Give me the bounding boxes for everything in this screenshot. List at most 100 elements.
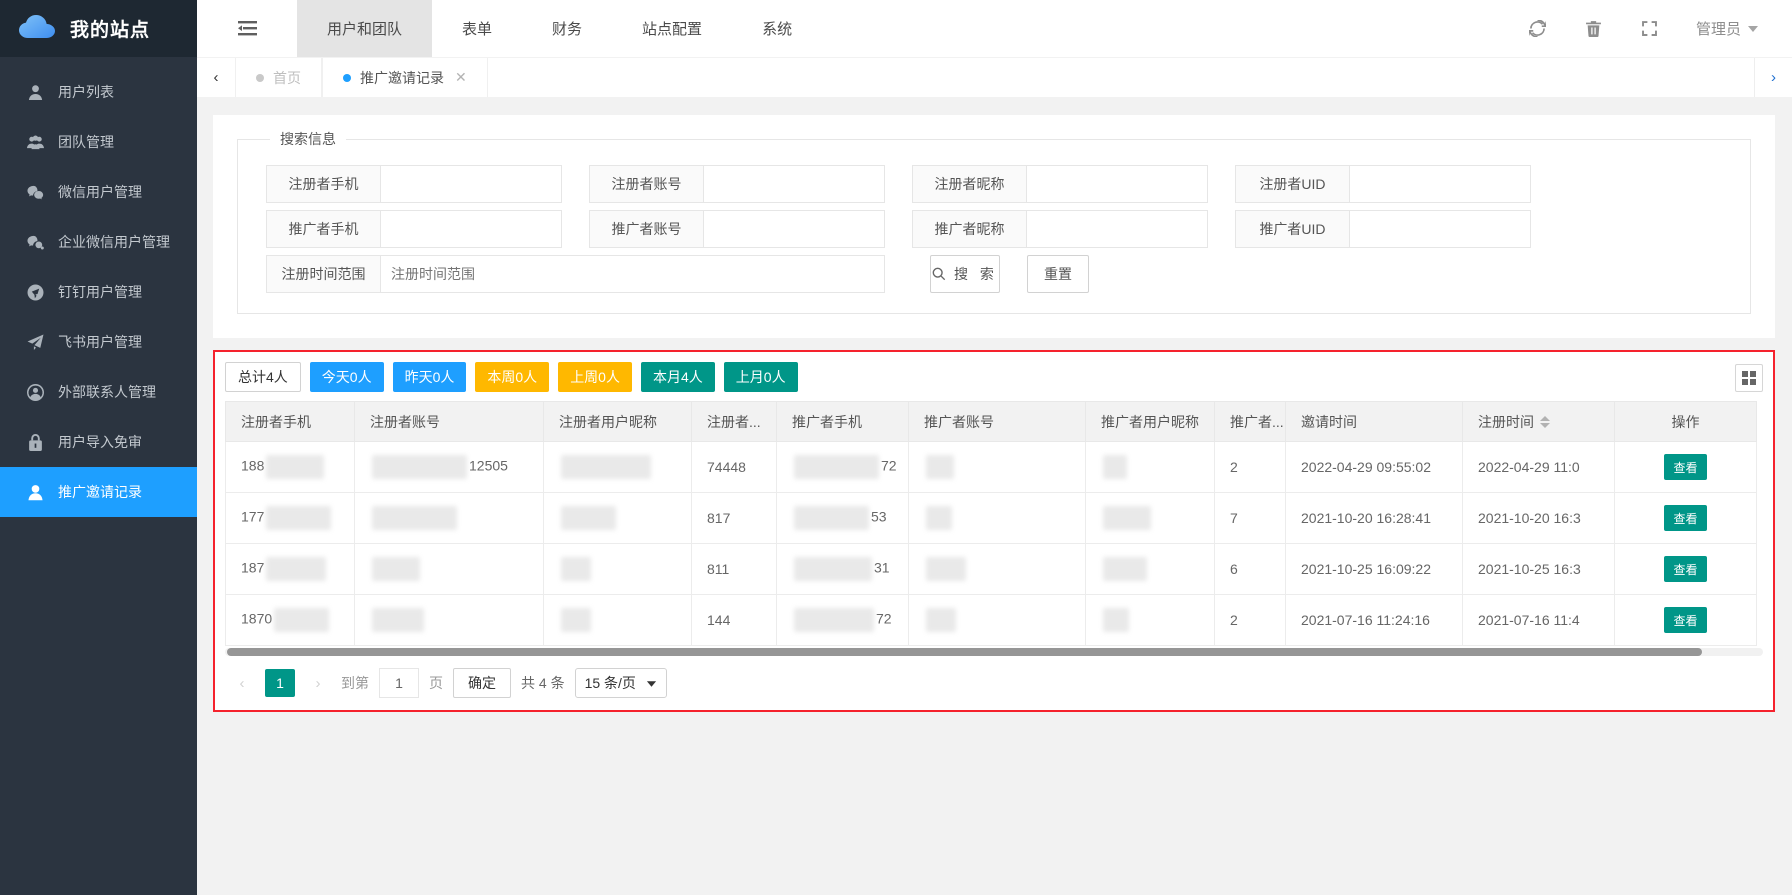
redacted-data <box>372 506 457 530</box>
sort-icon[interactable] <box>1540 416 1550 428</box>
search-button[interactable]: 搜 索 <box>930 255 1000 293</box>
pagination: ‹ 1 › 到第 页 确定 共 4 条 15 条/页 <box>225 668 1763 698</box>
table-cell <box>1086 493 1215 544</box>
table-row: 1878113162021-10-25 16:09:222021-10-25 1… <box>226 544 1757 595</box>
prev-page-icon[interactable]: ‹ <box>229 669 255 697</box>
col-header: 注册者用户昵称 <box>544 402 692 442</box>
sidebar-item-wechat-users[interactable]: 微信用户管理 <box>0 167 197 217</box>
annotation-red-box: 总计4人今天0人昨天0人本周0人上周0人本月4人上月0人 注册者手机注册者账号注… <box>213 350 1775 712</box>
promoter-phone-input[interactable] <box>381 211 561 247</box>
trash-icon[interactable] <box>1584 19 1604 39</box>
column-filter-button[interactable] <box>1735 364 1763 392</box>
promoter-uid-group: 推广者UID <box>1235 210 1531 248</box>
promoter-account-input[interactable] <box>704 211 884 247</box>
sidebar-item-user-import[interactable]: 用户导入免审 <box>0 417 197 467</box>
table-cell <box>1086 442 1215 493</box>
admin-menu[interactable]: 管理员 <box>1696 18 1758 39</box>
table-cell: 2 <box>1215 442 1286 493</box>
promoter-nickname-input[interactable] <box>1027 211 1207 247</box>
promoter-uid-input[interactable] <box>1350 211 1530 247</box>
stat-badge-5[interactable]: 本月4人 <box>641 362 715 392</box>
goto-confirm-button[interactable]: 确定 <box>453 668 511 698</box>
sidebar-item-team-management[interactable]: 团队管理 <box>0 117 197 167</box>
stat-badge-3[interactable]: 本周0人 <box>475 362 549 392</box>
tab-dot-icon <box>343 74 351 82</box>
reg-nickname-input[interactable] <box>1027 166 1207 202</box>
reg-time-range-input[interactable] <box>381 256 884 292</box>
col-header: 推广者账号 <box>909 402 1086 442</box>
table-cell <box>355 595 544 646</box>
sidebar-item-label: 微信用户管理 <box>58 182 142 202</box>
table-row: 1778175372021-10-20 16:28:412021-10-20 1… <box>226 493 1757 544</box>
admin-label: 管理员 <box>1696 18 1741 39</box>
topnav-tab-4[interactable]: 系统 <box>732 0 822 57</box>
close-tab-icon[interactable]: ✕ <box>455 69 467 86</box>
view-button[interactable]: 查看 <box>1664 505 1706 531</box>
table-cell: 2 <box>1215 595 1286 646</box>
logo: 我的站点 <box>0 0 197 57</box>
table-row: 18812505744487222022-04-29 09:55:022022-… <box>226 442 1757 493</box>
table-cell: 1870 <box>226 595 355 646</box>
table-cell: 31 <box>777 544 909 595</box>
tabbar-scroll-left-icon[interactable]: ‹ <box>197 58 235 97</box>
next-page-icon[interactable]: › <box>305 669 331 697</box>
sidebar-item-feishu-users[interactable]: 飞书用户管理 <box>0 317 197 367</box>
topnav-tab-2[interactable]: 财务 <box>522 0 612 57</box>
sidebar-item-label: 钉钉用户管理 <box>58 282 142 302</box>
page-size-select[interactable]: 15 条/页 <box>575 668 667 698</box>
page-tabbar: ‹ 首页推广邀请记录✕ › <box>197 57 1792 97</box>
scrollbar-thumb[interactable] <box>227 648 1702 656</box>
sidebar-item-dingtalk-users[interactable]: 钉钉用户管理 <box>0 267 197 317</box>
reg-uid-input[interactable] <box>1350 166 1530 202</box>
topnav-tab-3[interactable]: 站点配置 <box>612 0 732 57</box>
sidebar-item-user-list[interactable]: 用户列表 <box>0 67 197 117</box>
stat-badge-0[interactable]: 总计4人 <box>225 362 301 392</box>
page-number-current[interactable]: 1 <box>265 669 295 697</box>
page-tab-1[interactable]: 推广邀请记录✕ <box>322 58 488 97</box>
col-header: 推广者用户昵称 <box>1086 402 1215 442</box>
feishu-icon <box>26 333 44 351</box>
stat-badge-2[interactable]: 昨天0人 <box>393 362 467 392</box>
reg-account-input[interactable] <box>704 166 884 202</box>
promoter-account-label: 推广者账号 <box>590 211 704 247</box>
table-cell: 177 <box>226 493 355 544</box>
table-cell: 2022-04-29 11:0 <box>1463 442 1615 493</box>
sidebar-item-wework-users[interactable]: 企业微信用户管理 <box>0 217 197 267</box>
col-header: 推广者手机 <box>777 402 909 442</box>
stat-badge-6[interactable]: 上月0人 <box>724 362 798 392</box>
reg-time-range-label: 注册时间范围 <box>267 256 381 292</box>
topnav-tab-1[interactable]: 表单 <box>432 0 522 57</box>
col-header[interactable]: 注册时间 <box>1463 402 1615 442</box>
redacted-data <box>926 506 952 530</box>
reg-nickname-group: 注册者昵称 <box>912 165 1208 203</box>
table-cell: 188 <box>226 442 355 493</box>
promoter-uid-label: 推广者UID <box>1236 211 1350 247</box>
fullscreen-icon[interactable] <box>1640 19 1660 39</box>
reg-phone-input[interactable] <box>381 166 561 202</box>
collapse-sidebar-icon[interactable] <box>197 21 297 36</box>
col-header: 注册者... <box>692 402 777 442</box>
view-button[interactable]: 查看 <box>1664 607 1706 633</box>
stat-badge-4[interactable]: 上周0人 <box>558 362 632 392</box>
topnav-tab-0[interactable]: 用户和团队 <box>297 0 432 57</box>
redacted-data <box>794 455 879 479</box>
grid-icon <box>1742 371 1756 385</box>
reset-button[interactable]: 重置 <box>1027 255 1089 293</box>
table-cell <box>909 442 1086 493</box>
search-legend: 搜索信息 <box>270 129 346 149</box>
refresh-icon[interactable] <box>1528 19 1548 39</box>
view-button[interactable]: 查看 <box>1664 556 1706 582</box>
goto-page-input[interactable] <box>379 668 419 698</box>
table-cell <box>909 544 1086 595</box>
tabbar-scroll-right-icon[interactable]: › <box>1754 58 1792 97</box>
sidebar-item-label: 飞书用户管理 <box>58 332 142 352</box>
stat-badge-1[interactable]: 今天0人 <box>310 362 384 392</box>
user-icon <box>26 83 44 101</box>
sidebar-item-external-contacts[interactable]: 外部联系人管理 <box>0 367 197 417</box>
tab-dot-icon <box>256 74 264 82</box>
view-button[interactable]: 查看 <box>1664 454 1706 480</box>
sidebar-item-promo-invite-records[interactable]: 推广邀请记录 <box>0 467 197 517</box>
col-header: 注册者手机 <box>226 402 355 442</box>
content-area: 搜索信息 注册者手机注册者账号注册者昵称注册者UID推广者手机推广者账号推广者昵… <box>197 97 1792 895</box>
page-tab-0[interactable]: 首页 <box>235 58 322 97</box>
